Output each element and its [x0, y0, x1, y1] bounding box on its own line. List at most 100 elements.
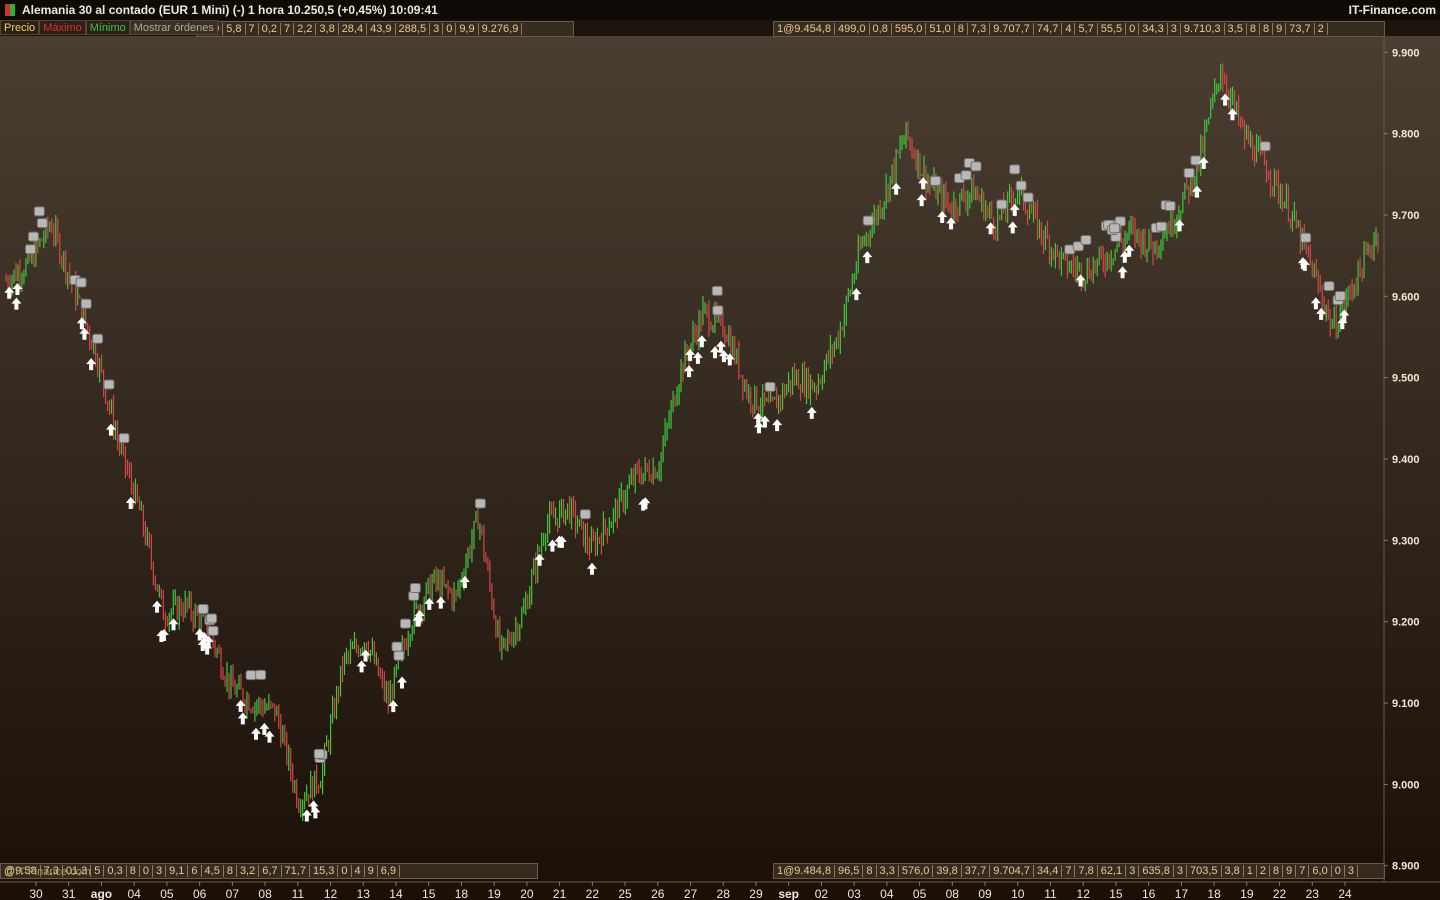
x-tick-label: 24 — [1338, 887, 1352, 900]
y-tick-label: 9.500 — [1392, 373, 1420, 385]
tape-cell: 9 — [364, 865, 378, 877]
y-tick-label: 9.900 — [1392, 47, 1420, 59]
order-box-icon — [92, 333, 104, 344]
tape-cell: 9 — [1283, 865, 1297, 877]
order-box-icon — [103, 379, 115, 390]
tape-cell: 7 — [280, 23, 295, 35]
x-tick-label: 03 — [847, 887, 861, 900]
tape-cell: 5,7 — [1075, 23, 1098, 35]
order-box-icon — [1334, 290, 1346, 301]
tape-cell: 2 — [1314, 23, 1328, 35]
legend-precio[interactable]: Precio — [0, 20, 40, 35]
x-tick-label: 04 — [880, 887, 894, 900]
x-tick-label: 22 — [1273, 887, 1287, 900]
x-tick-label: 23 — [1306, 887, 1320, 900]
order-box-icon — [245, 670, 257, 681]
tape-cell: 499,0 — [835, 23, 870, 35]
order-box-icon — [474, 498, 486, 509]
order-box-icon — [207, 625, 219, 636]
order-box-icon — [1080, 234, 1092, 245]
tape-cell: 8 — [954, 23, 968, 35]
tape-cell: 8 — [1259, 23, 1274, 35]
x-tick-label: 30 — [29, 887, 43, 900]
order-box-icon — [206, 613, 218, 624]
order-box-icon — [862, 215, 874, 226]
order-tape-bottom-right: 1@9.484,8 96,5 8 3,3 576,0 39,8 37,7 9.704,7 34,… — [773, 863, 1385, 879]
x-tick-label: 18 — [1207, 887, 1221, 900]
order-box-icon — [1164, 200, 1176, 211]
x-tick-label: 08 — [258, 887, 272, 900]
tape-cell: 5 — [91, 865, 105, 877]
tape-cell: 6 — [188, 865, 202, 877]
legend-bar: Precio Máximo Mínimo Mostrar órdenes — [0, 20, 218, 35]
tape-cell: 9 — [1273, 23, 1287, 35]
legend-maximo[interactable]: Máximo — [39, 20, 86, 35]
order-box-icon — [33, 206, 45, 217]
tape-cell: 8 — [863, 865, 877, 877]
tape-cell: 3,2 — [236, 865, 260, 877]
x-tick-label: 15 — [1109, 887, 1123, 900]
x-tick-label: 05 — [913, 887, 927, 900]
order-box-icon — [1015, 180, 1027, 191]
show-orders-button[interactable]: Mostrar órdenes — [129, 20, 218, 35]
x-tick-label: 19 — [1240, 887, 1254, 900]
tape-cell: 71,7 — [281, 865, 310, 877]
tape-cell: 595,0 — [891, 23, 927, 35]
tape-cell: 288,5 — [395, 23, 431, 35]
tape-cell: 8 — [223, 865, 237, 877]
x-tick-label: 21 — [553, 887, 567, 900]
tape-cell: 7,3 — [967, 23, 991, 35]
tape-cell: 0 — [1126, 23, 1140, 35]
order-box-icon — [1323, 281, 1335, 292]
x-tick-label: 09 — [978, 887, 992, 900]
x-tick-label: 06 — [193, 887, 207, 900]
tape-cell: 96,5 — [835, 865, 864, 877]
order-box-icon — [996, 199, 1008, 210]
tape-cell: 3 — [1126, 865, 1140, 877]
x-tick-label: 15 — [422, 887, 436, 900]
order-box-icon — [255, 669, 267, 680]
x-tick-label: sep — [778, 887, 799, 900]
tape-cell: 576,0 — [898, 865, 934, 877]
order-box-icon — [1259, 141, 1271, 152]
order-tape-top-right: 1@9.454,8 499,0 0,8 595,0 51,0 8 7,3 9.707,7 74,… — [773, 21, 1385, 37]
y-tick-label: 9.300 — [1392, 535, 1420, 547]
tape-cell: 1 — [1243, 865, 1257, 877]
x-tick-label: 25 — [618, 887, 632, 900]
tape-cell: 4 — [351, 865, 365, 877]
tape-cell: 39,8 — [933, 865, 962, 877]
x-tick-label: 04 — [127, 887, 141, 900]
tape-cell: 9,1 — [166, 865, 189, 877]
tape-cell: 8 — [1270, 865, 1284, 877]
order-box-icon — [393, 650, 405, 661]
brand-label[interactable]: IT-Finance.com — [1349, 0, 1436, 20]
tape-cell: 3,5 — [1224, 23, 1247, 35]
tape-cell: 8 — [1246, 23, 1260, 35]
title-bar: Alemania 30 al contado (EUR 1 Mini) (-) … — [0, 0, 1440, 20]
tape-cell: 3,8 — [1221, 865, 1244, 877]
y-tick-label: 9.800 — [1392, 129, 1420, 141]
tape-cell: 3,3 — [876, 865, 899, 877]
tape-cell: 7 — [245, 23, 259, 35]
order-box-icon — [80, 298, 92, 309]
x-tick-label: 08 — [946, 887, 960, 900]
tape-cell: 4 — [1062, 23, 1076, 35]
tape-cell: 0,2 — [258, 23, 281, 35]
order-box-icon — [1190, 155, 1202, 166]
order-box-icon — [1155, 221, 1167, 232]
y-tick-label: 9.600 — [1392, 291, 1420, 303]
tape-cell: 1@9.454,8 — [774, 23, 835, 35]
order-box-icon — [313, 748, 325, 759]
order-box-icon — [970, 161, 982, 172]
order-box-icon — [960, 170, 972, 181]
y-tick-label: 9.100 — [1392, 698, 1420, 710]
tape-cell: 43,9 — [367, 23, 396, 35]
x-tick-label: 16 — [1142, 887, 1156, 900]
tape-cell: 6,7 — [259, 865, 282, 877]
tape-cell: 2,2 — [294, 23, 317, 35]
price-chart[interactable]: 8.900 9.000 9.100 9.200 9.300 9.400 9.500 9.600… — [0, 36, 1440, 900]
x-tick-label: 07 — [226, 887, 240, 900]
x-tick-label: 12 — [1077, 887, 1091, 900]
tape-cell: 37,7 — [961, 865, 991, 877]
legend-minimo[interactable]: Mínimo — [85, 20, 130, 35]
